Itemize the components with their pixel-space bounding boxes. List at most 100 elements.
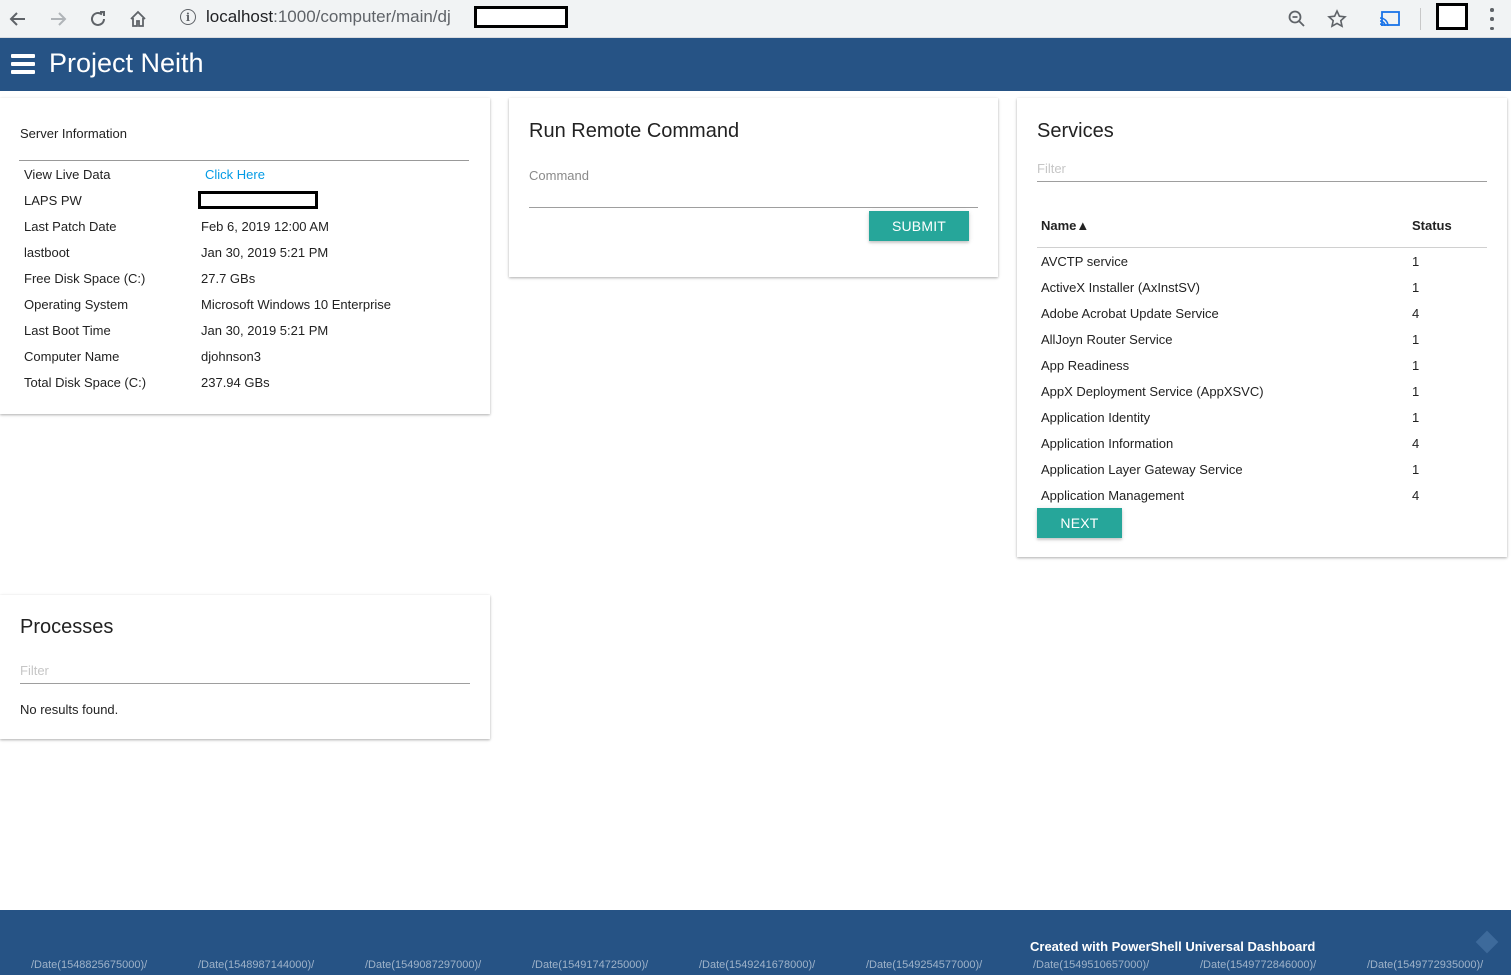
overflow-date: /Date(1549772846000)/ bbox=[1200, 959, 1317, 971]
services-table-body: AVCTP service 1 ActiveX Installer (AxInst… bbox=[1037, 249, 1487, 509]
address-bar[interactable]: i localhost:1000/computer/main/dj bbox=[166, 2, 1366, 32]
next-page-button[interactable]: NEXT bbox=[1037, 508, 1122, 538]
server-info-table: View Live Data Click Here LAPS PW Last P… bbox=[19, 160, 469, 395]
server-info-value: Microsoft Windows 10 Enterprise bbox=[201, 297, 392, 312]
service-status: 1 bbox=[1412, 280, 1420, 295]
service-name: ActiveX Installer (AxInstSV) bbox=[1041, 280, 1200, 295]
service-name: AllJoyn Router Service bbox=[1041, 332, 1173, 347]
server-info-key: Free Disk Space (C:) bbox=[24, 271, 146, 286]
server-info-row: Last Boot Time Jan 30, 2019 5:21 PM bbox=[19, 317, 469, 343]
sort-by-status-header[interactable]: Status bbox=[1412, 218, 1452, 233]
service-status: 1 bbox=[1412, 384, 1420, 399]
chrome-menu-icon[interactable] bbox=[1490, 8, 1494, 30]
services-table-header: Name▲ Status bbox=[1037, 216, 1487, 248]
star-icon[interactable] bbox=[1323, 5, 1351, 33]
url-host: localhost bbox=[206, 7, 274, 26]
table-row: Adobe Acrobat Update Service 4 bbox=[1037, 301, 1487, 327]
url-path: :1000/computer/main/dj bbox=[273, 7, 451, 26]
server-info-key: LAPS PW bbox=[24, 193, 82, 208]
server-info-key: Last Patch Date bbox=[24, 219, 117, 234]
service-name: Adobe Acrobat Update Service bbox=[1041, 306, 1219, 321]
server-info-row: Computer Name djohnson3 bbox=[19, 343, 469, 369]
extension-icon[interactable] bbox=[1436, 3, 1468, 30]
processes-empty-message: No results found. bbox=[20, 702, 119, 717]
server-info-row: Operating System Microsoft Windows 10 En… bbox=[19, 291, 469, 317]
footer-credit: Created with PowerShell Universal Dashbo… bbox=[1030, 939, 1316, 954]
command-label: Command bbox=[529, 168, 589, 183]
services-filter-input[interactable] bbox=[1037, 156, 1487, 182]
server-info-value: Feb 6, 2019 12:00 AM bbox=[201, 219, 329, 234]
app-bar: Project Neith bbox=[0, 38, 1511, 91]
service-name: Application Management bbox=[1041, 488, 1185, 503]
services-card: Services Name▲ Status AVCTP service 1 Act… bbox=[1017, 98, 1507, 557]
service-status: 1 bbox=[1412, 358, 1420, 373]
home-icon[interactable] bbox=[124, 5, 152, 33]
table-row: Application Layer Gateway Service 1 bbox=[1037, 457, 1487, 483]
service-status: 4 bbox=[1412, 306, 1420, 321]
service-status: 1 bbox=[1412, 254, 1420, 269]
browser-toolbar: i localhost:1000/computer/main/dj bbox=[0, 0, 1511, 38]
overflow-date: /Date(1549254577000)/ bbox=[866, 959, 983, 971]
service-status: 1 bbox=[1412, 410, 1420, 425]
server-info-value: Jan 30, 2019 5:21 PM bbox=[201, 245, 329, 260]
server-info-value: 27.7 GBs bbox=[201, 271, 256, 286]
service-name: AVCTP service bbox=[1041, 254, 1128, 269]
overflow-date: /Date(1549772935000)/ bbox=[1367, 959, 1484, 971]
command-input[interactable] bbox=[529, 182, 978, 208]
server-info-row: Free Disk Space (C:) 27.7 GBs bbox=[19, 265, 469, 291]
table-row: Application Identity 1 bbox=[1037, 405, 1487, 431]
service-status: 1 bbox=[1412, 462, 1420, 477]
table-row: Application Information 4 bbox=[1037, 431, 1487, 457]
cast-icon[interactable] bbox=[1376, 5, 1404, 33]
server-info-row: LAPS PW bbox=[19, 187, 469, 213]
reload-icon[interactable] bbox=[84, 5, 112, 33]
overflow-date: /Date(1549087297000)/ bbox=[365, 959, 482, 971]
page-footer: Created with PowerShell Universal Dashbo… bbox=[0, 910, 1511, 975]
server-info-value: djohnson3 bbox=[201, 349, 261, 364]
footer-diamond-icon bbox=[1475, 930, 1499, 954]
table-row: Application Management 4 bbox=[1037, 483, 1487, 509]
view-live-data-link[interactable]: Click Here bbox=[205, 167, 265, 182]
overflow-date: /Date(1549510657000)/ bbox=[1033, 959, 1150, 971]
back-icon[interactable] bbox=[4, 5, 32, 33]
overflow-date: /Date(1548987144000)/ bbox=[198, 959, 315, 971]
footer-overflow-dates: /Date(1548825675000)/ /Date(154898714400… bbox=[0, 959, 1511, 973]
server-info-key: Last Boot Time bbox=[24, 323, 111, 338]
service-name: Application Layer Gateway Service bbox=[1041, 462, 1243, 477]
server-info-row: View Live Data Click Here bbox=[19, 161, 469, 187]
table-row: AppX Deployment Service (AppXSVC) 1 bbox=[1037, 379, 1487, 405]
server-info-key: Operating System bbox=[24, 297, 129, 312]
processes-card: Processes No results found. bbox=[0, 595, 490, 739]
server-info-value: 237.94 GBs bbox=[201, 375, 270, 390]
table-row: AVCTP service 1 bbox=[1037, 249, 1487, 275]
processes-filter-input[interactable] bbox=[20, 658, 470, 684]
hamburger-menu-icon[interactable] bbox=[11, 54, 35, 74]
services-title: Services bbox=[1037, 120, 1114, 142]
server-info-key: View Live Data bbox=[24, 167, 111, 182]
toolbar-divider bbox=[1420, 8, 1421, 30]
table-row: ActiveX Installer (AxInstSV) 1 bbox=[1037, 275, 1487, 301]
redacted-laps-password bbox=[198, 191, 318, 209]
submit-button[interactable]: SUBMIT bbox=[869, 211, 969, 241]
overflow-date: /Date(1549241678000)/ bbox=[699, 959, 816, 971]
processes-title: Processes bbox=[20, 616, 114, 638]
server-info-row: Last Patch Date Feb 6, 2019 12:00 AM bbox=[19, 213, 469, 239]
service-name: AppX Deployment Service (AppXSVC) bbox=[1041, 384, 1264, 399]
server-info-row: lastboot Jan 30, 2019 5:21 PM bbox=[19, 239, 469, 265]
zoom-icon[interactable] bbox=[1283, 5, 1311, 33]
info-icon[interactable]: i bbox=[180, 9, 196, 25]
remote-command-card: Run Remote Command Command SUBMIT bbox=[509, 98, 998, 277]
server-info-card: Server Information View Live Data Click … bbox=[0, 98, 490, 414]
sort-by-name-header[interactable]: Name▲ bbox=[1041, 218, 1089, 233]
service-status: 1 bbox=[1412, 332, 1420, 347]
overflow-date: /Date(1548825675000)/ bbox=[31, 959, 148, 971]
redacted-url-box bbox=[474, 6, 568, 28]
service-name: Application Information bbox=[1041, 436, 1174, 451]
app-title: Project Neith bbox=[49, 48, 204, 78]
forward-icon[interactable] bbox=[44, 5, 72, 33]
server-info-caption: Server Information bbox=[20, 126, 127, 141]
remote-command-title: Run Remote Command bbox=[529, 120, 740, 142]
server-info-value: Jan 30, 2019 5:21 PM bbox=[201, 323, 329, 338]
service-status: 4 bbox=[1412, 488, 1420, 503]
overflow-date: /Date(1549174725000)/ bbox=[532, 959, 649, 971]
